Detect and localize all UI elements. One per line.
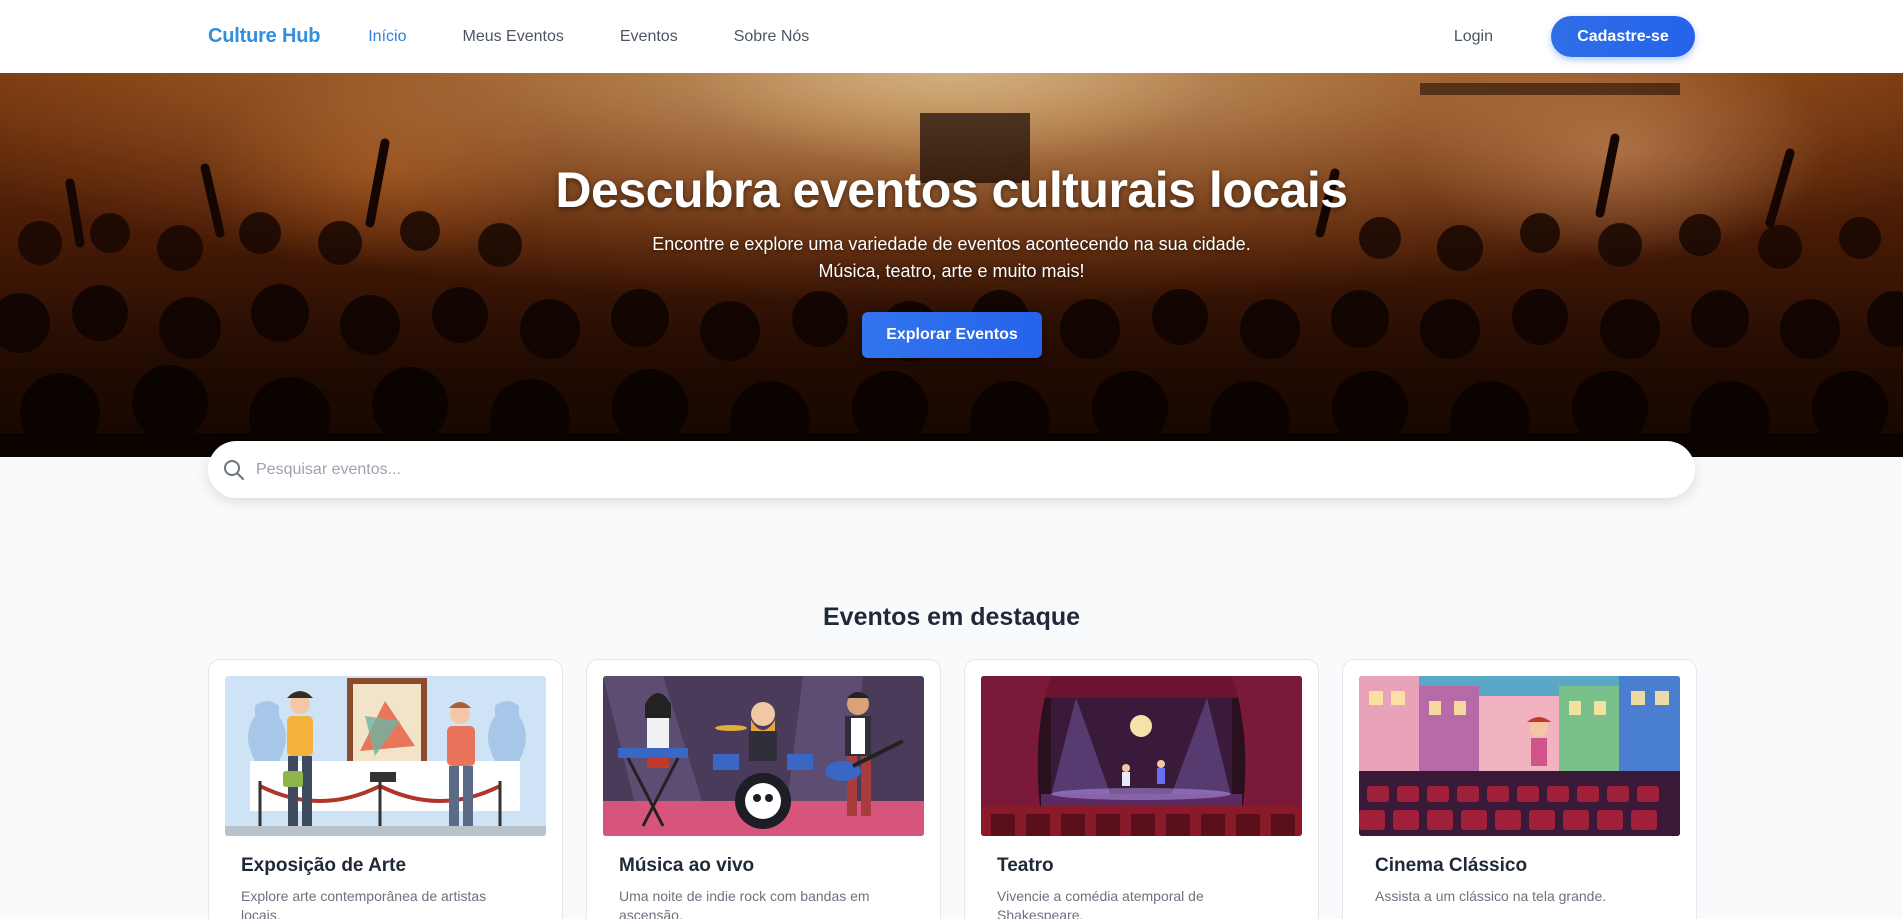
live-band-illustration (603, 676, 924, 836)
hero-subtitle-line2: Música, teatro, arte e muito mais! (818, 261, 1085, 281)
featured-events-grid: Exposição de Arte Explore arte contempor… (208, 659, 1697, 919)
site-logo[interactable]: Culture Hub (208, 25, 320, 48)
theatre-stage-illustration (981, 676, 1302, 836)
hero-subtitle: Encontre e explore uma variedade de even… (0, 231, 1903, 285)
hero-banner: Descubra eventos culturais locais Encont… (0, 73, 1903, 457)
nav-actions: Login Cadastre-se (1454, 16, 1695, 57)
nav-link-eventos[interactable]: Eventos (620, 28, 678, 46)
event-card-description: Explore arte contemporânea de artistas l… (241, 888, 487, 919)
event-card-title: Música ao vivo (619, 855, 755, 876)
art-exhibition-illustration (225, 676, 546, 836)
login-link[interactable]: Login (1454, 28, 1493, 46)
featured-section-title: Eventos em destaque (822, 603, 1081, 631)
event-card-description: Uma noite de indie rock com bandas em as… (619, 888, 870, 919)
event-card-live-music[interactable]: Música ao vivo Uma noite de indie rock c… (586, 659, 941, 919)
top-navbar: Culture Hub Início Meus Eventos Eventos … (0, 0, 1903, 73)
search-bar[interactable] (208, 441, 1695, 498)
search-input[interactable] (256, 460, 1695, 479)
search-icon (224, 459, 244, 480)
event-card-description: Assista a um clássico na tela grande. (1375, 888, 1607, 904)
event-card-title: Teatro (997, 855, 1054, 876)
signup-button[interactable]: Cadastre-se (1551, 16, 1695, 57)
event-card-art-exhibition[interactable]: Exposição de Arte Explore arte contempor… (208, 659, 563, 919)
nav-link-meus-eventos[interactable]: Meus Eventos (462, 28, 563, 46)
event-card-classic-cinema[interactable]: Cinema Clássico Assista a um clássico na… (1342, 659, 1697, 919)
cinema-illustration (1359, 676, 1680, 836)
event-card-title: Cinema Clássico (1375, 855, 1528, 876)
hero-subtitle-line1: Encontre e explore uma variedade de even… (652, 234, 1251, 254)
explore-events-button[interactable]: Explorar Eventos (862, 312, 1042, 358)
nav-link-sobre-nos[interactable]: Sobre Nós (734, 28, 810, 46)
nav-link-inicio[interactable]: Início (368, 28, 406, 46)
hero-title: Descubra eventos culturais locais (555, 162, 1348, 218)
main-nav: Início Meus Eventos Eventos Sobre Nós (368, 28, 865, 46)
event-card-title: Exposição de Arte (241, 855, 407, 876)
event-card-theatre[interactable]: Teatro Vivencie a comédia atemporal de S… (964, 659, 1319, 919)
event-card-description: Vivencie a comédia atemporal de Shakespe… (997, 888, 1204, 919)
